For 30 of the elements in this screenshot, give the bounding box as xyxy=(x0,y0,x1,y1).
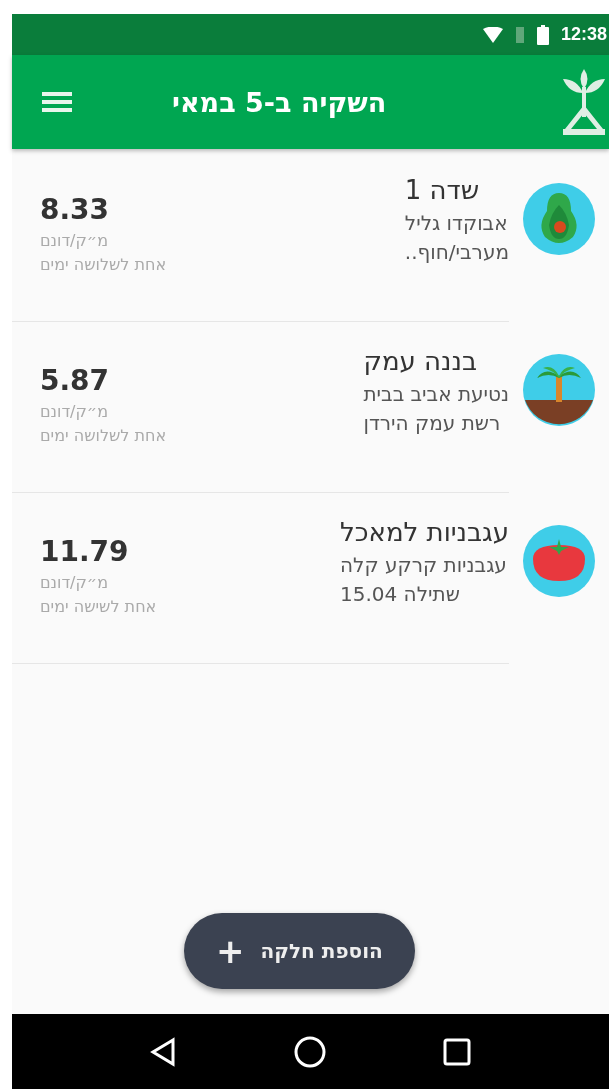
irrigation-frequency: אחת לשלושה ימים xyxy=(40,425,167,447)
water-amount: 5.87 xyxy=(40,363,110,399)
status-time: 12:38 xyxy=(560,24,607,45)
crop-description: רשת עמק הירדן xyxy=(363,410,501,437)
field-name[interactable]: עגבניות למאכל xyxy=(339,513,509,551)
add-plot-button[interactable]: + הוספת חלקה xyxy=(184,913,415,989)
amount-unit: מ״ק/דונם xyxy=(40,230,109,252)
home-icon[interactable] xyxy=(293,1034,328,1069)
palm-tree-icon xyxy=(523,354,595,426)
crop-description: מערבי/חוף.. xyxy=(404,239,509,266)
signal-icon xyxy=(514,26,525,43)
battery-icon xyxy=(536,24,549,45)
crop-description: נטיעת אביב בבית xyxy=(363,381,509,408)
water-amount: 11.79 xyxy=(40,534,129,570)
irrigation-frequency: אחת לשלושה ימים xyxy=(40,254,167,276)
menu-icon[interactable] xyxy=(42,91,72,113)
crop-description: עגבניות קרקע קלה xyxy=(339,552,507,579)
tomato-icon xyxy=(523,525,595,597)
wifi-icon xyxy=(482,26,503,43)
field-name[interactable]: שדה 1 xyxy=(404,171,480,209)
recents-icon[interactable] xyxy=(441,1036,472,1067)
amount-unit: מ״ק/דונם xyxy=(40,401,109,423)
crop-description: אבוקדו גליל xyxy=(404,210,508,237)
field-name[interactable]: בננה עמק xyxy=(363,342,477,380)
amount-unit: מ״ק/דונם xyxy=(40,572,109,594)
avocado-icon xyxy=(523,183,595,255)
water-amount: 8.33 xyxy=(40,192,110,228)
crop-description: שתילה 15.04 xyxy=(339,581,460,608)
app-title: השקיה ב-5 במאי xyxy=(172,86,387,118)
irrigation-frequency: אחת לשישה ימים xyxy=(40,596,157,618)
